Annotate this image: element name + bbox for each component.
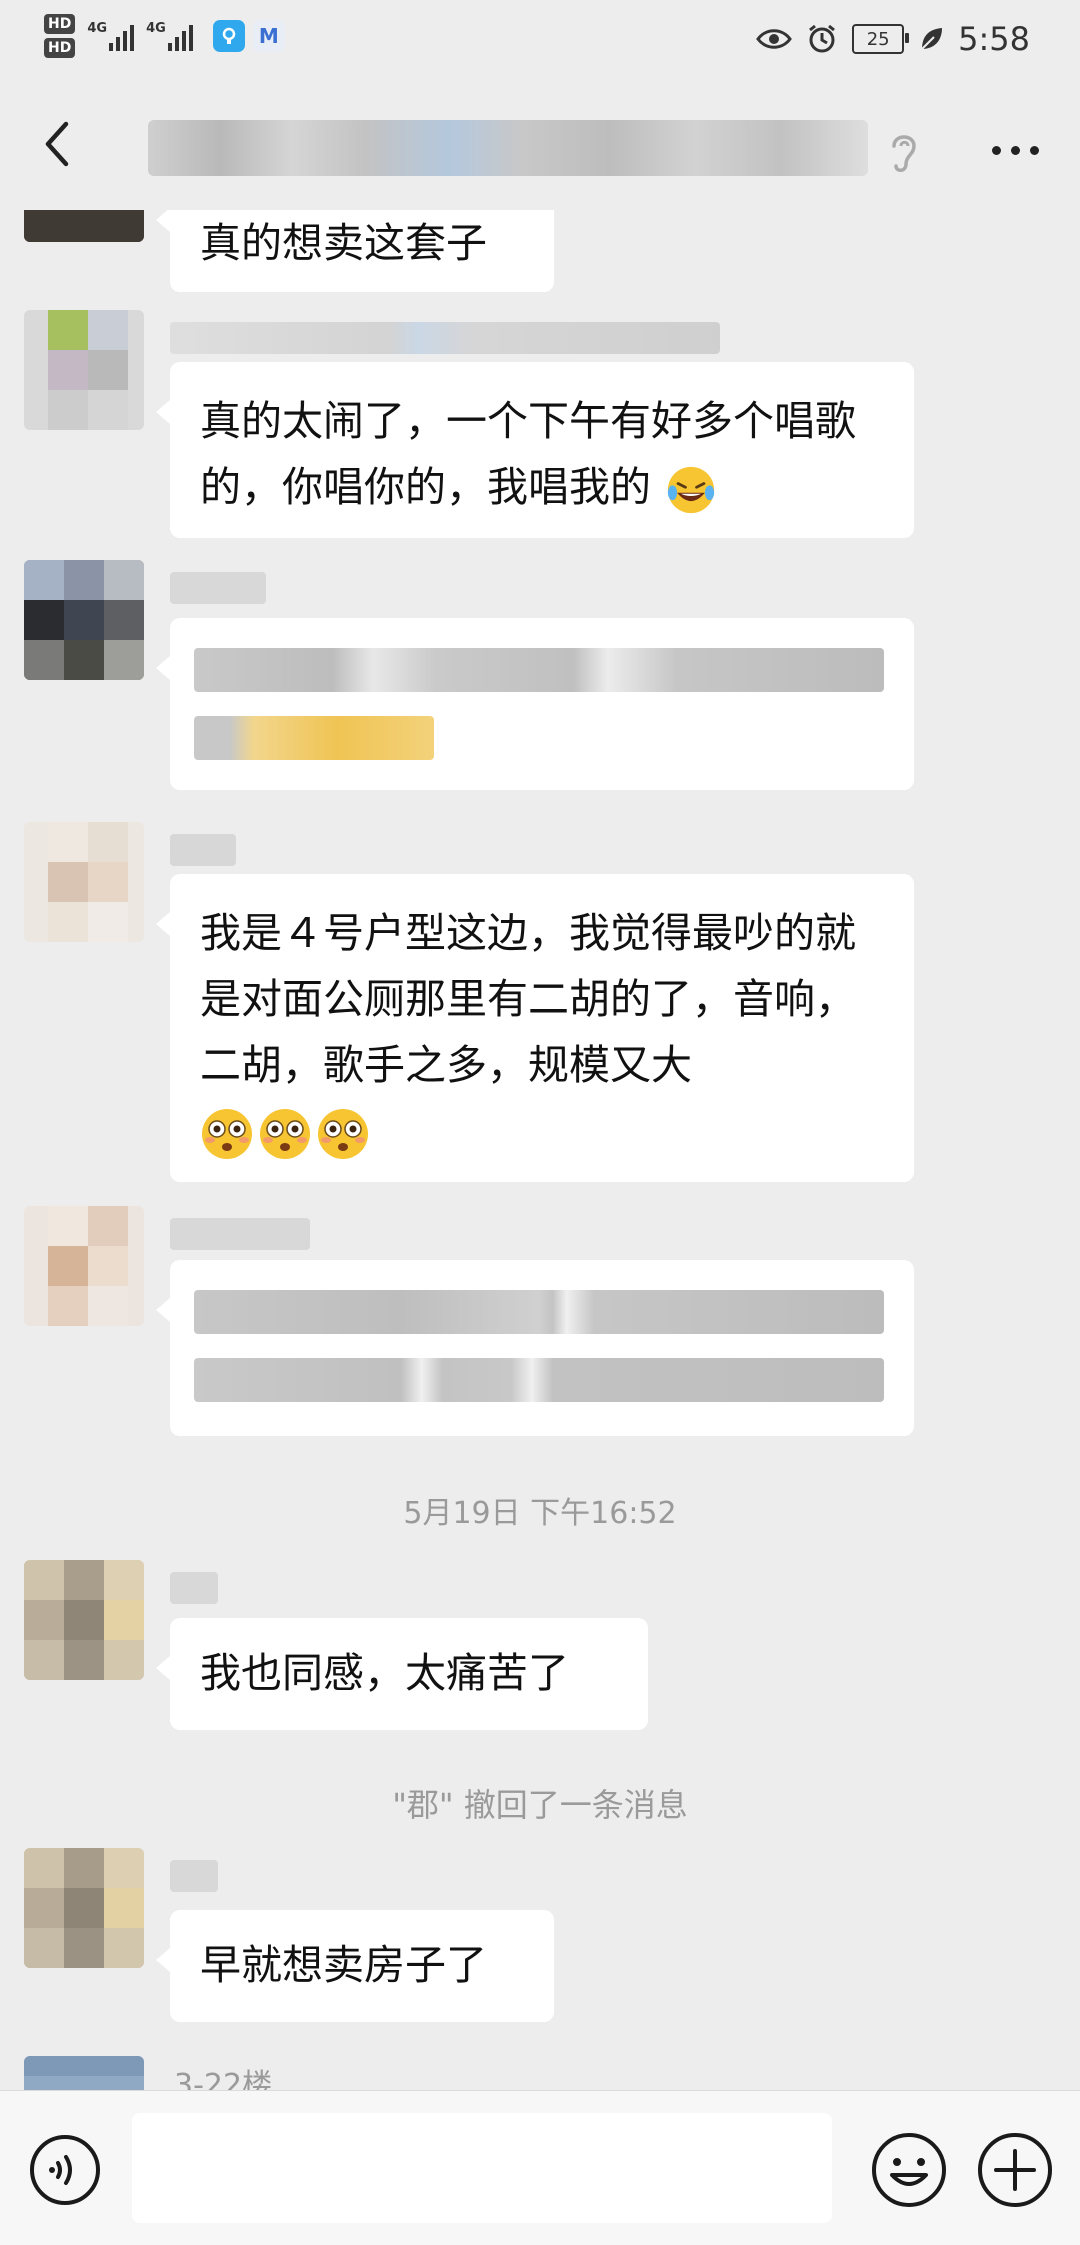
sender-name-blurred [170,322,720,354]
message-text: 我是４号户型这边，我觉得最吵的就是对面公厕那里有二胡的了，音响，二胡，歌手之多，… [200,909,856,1089]
message-bubble[interactable]: 真的想卖这套子 [156,210,554,292]
mail-app-icon: M [252,20,285,52]
avatar[interactable] [24,310,144,430]
laughing-tears-emoji [667,466,715,514]
eye-comfort-icon [756,29,792,49]
floor-label: 3-22楼 [174,2068,273,2090]
signal-2-icon: 4G [146,21,193,51]
message-bubble[interactable]: 真的太闹了，一个下午有好多个唱歌的，你唱你的，我唱我的 [156,362,914,538]
battery-icon: 25 [852,24,910,54]
alarm-icon [809,24,836,53]
plus-icon[interactable] [976,2131,1054,2209]
clock: 5:58 [958,20,1030,58]
dot [991,145,1001,155]
avatar[interactable] [24,1848,144,1968]
emoji-smile-icon[interactable] [870,2131,948,2209]
sender-name-blurred [170,1572,218,1604]
avatar[interactable] [24,1560,144,1680]
avatar[interactable] [24,2056,144,2090]
message-text: 真的想卖这套子 [200,219,487,267]
blurred-text-line [194,648,884,692]
timestamp: 5月19日 下午16:52 [403,1496,677,1531]
sender-name-blurred [170,1860,218,1892]
sender-name-blurred [170,572,266,604]
message-text: 真的太闹了，一个下午有好多个唱歌的，你唱你的，我唱我的 [200,397,856,511]
recall-notice: "郡" 撤回了一条消息 [392,1786,688,1824]
more-options-button[interactable] [980,120,1050,180]
voice-input-icon[interactable] [28,2133,102,2207]
notification-app-icon [212,20,245,52]
leaf-icon [921,28,943,50]
message-bubble-blurred[interactable] [156,618,914,790]
flushed-face-emoji [260,1109,310,1159]
message-text: 早就想卖房子了 [200,1941,487,1989]
flushed-face-emoji [202,1109,252,1159]
signal-1-icon: 4G [87,21,135,51]
status-bar: HD HD 4G 4G M 25 5:58 [0,0,1080,90]
avatar[interactable] [24,1206,144,1326]
message-bubble-blurred[interactable] [156,1260,914,1436]
input-bar [0,2090,1080,2245]
avatar[interactable] [24,210,144,242]
chat-title-blurred [148,120,868,176]
blurred-text-line [194,1290,884,1334]
chat-header [0,90,1080,210]
hd-badge-1: HD [44,14,76,34]
message-bubble[interactable]: 早就想卖房子了 [156,1910,554,2022]
sender-name-blurred [170,834,236,866]
blurred-text-line [194,1358,884,1402]
message-text: 我也同感，太痛苦了 [200,1649,569,1697]
avatar[interactable] [24,822,144,942]
hd-badge-2: HD [44,38,76,58]
dot [1029,145,1039,155]
dot [1010,145,1020,155]
message-list[interactable]: 真的想卖这套子 真的太闹了，一个下午有好多个唱歌的，你唱你的，我唱我的 我是４号… [0,210,1080,2090]
sender-name-blurred [170,1218,310,1250]
blurred-text-line [194,716,434,760]
chevron-left-icon[interactable] [30,114,90,174]
avatar[interactable] [24,560,144,680]
hd-indicators: HD HD [44,14,76,58]
message-bubble[interactable]: 我也同感，太痛苦了 [156,1618,648,1730]
message-input[interactable] [132,2113,832,2223]
earpiece-icon[interactable] [884,128,924,176]
flushed-face-emoji [318,1109,368,1159]
message-bubble[interactable]: 我是４号户型这边，我觉得最吵的就是对面公厕那里有二胡的了，音响，二胡，歌手之多，… [156,874,914,1182]
